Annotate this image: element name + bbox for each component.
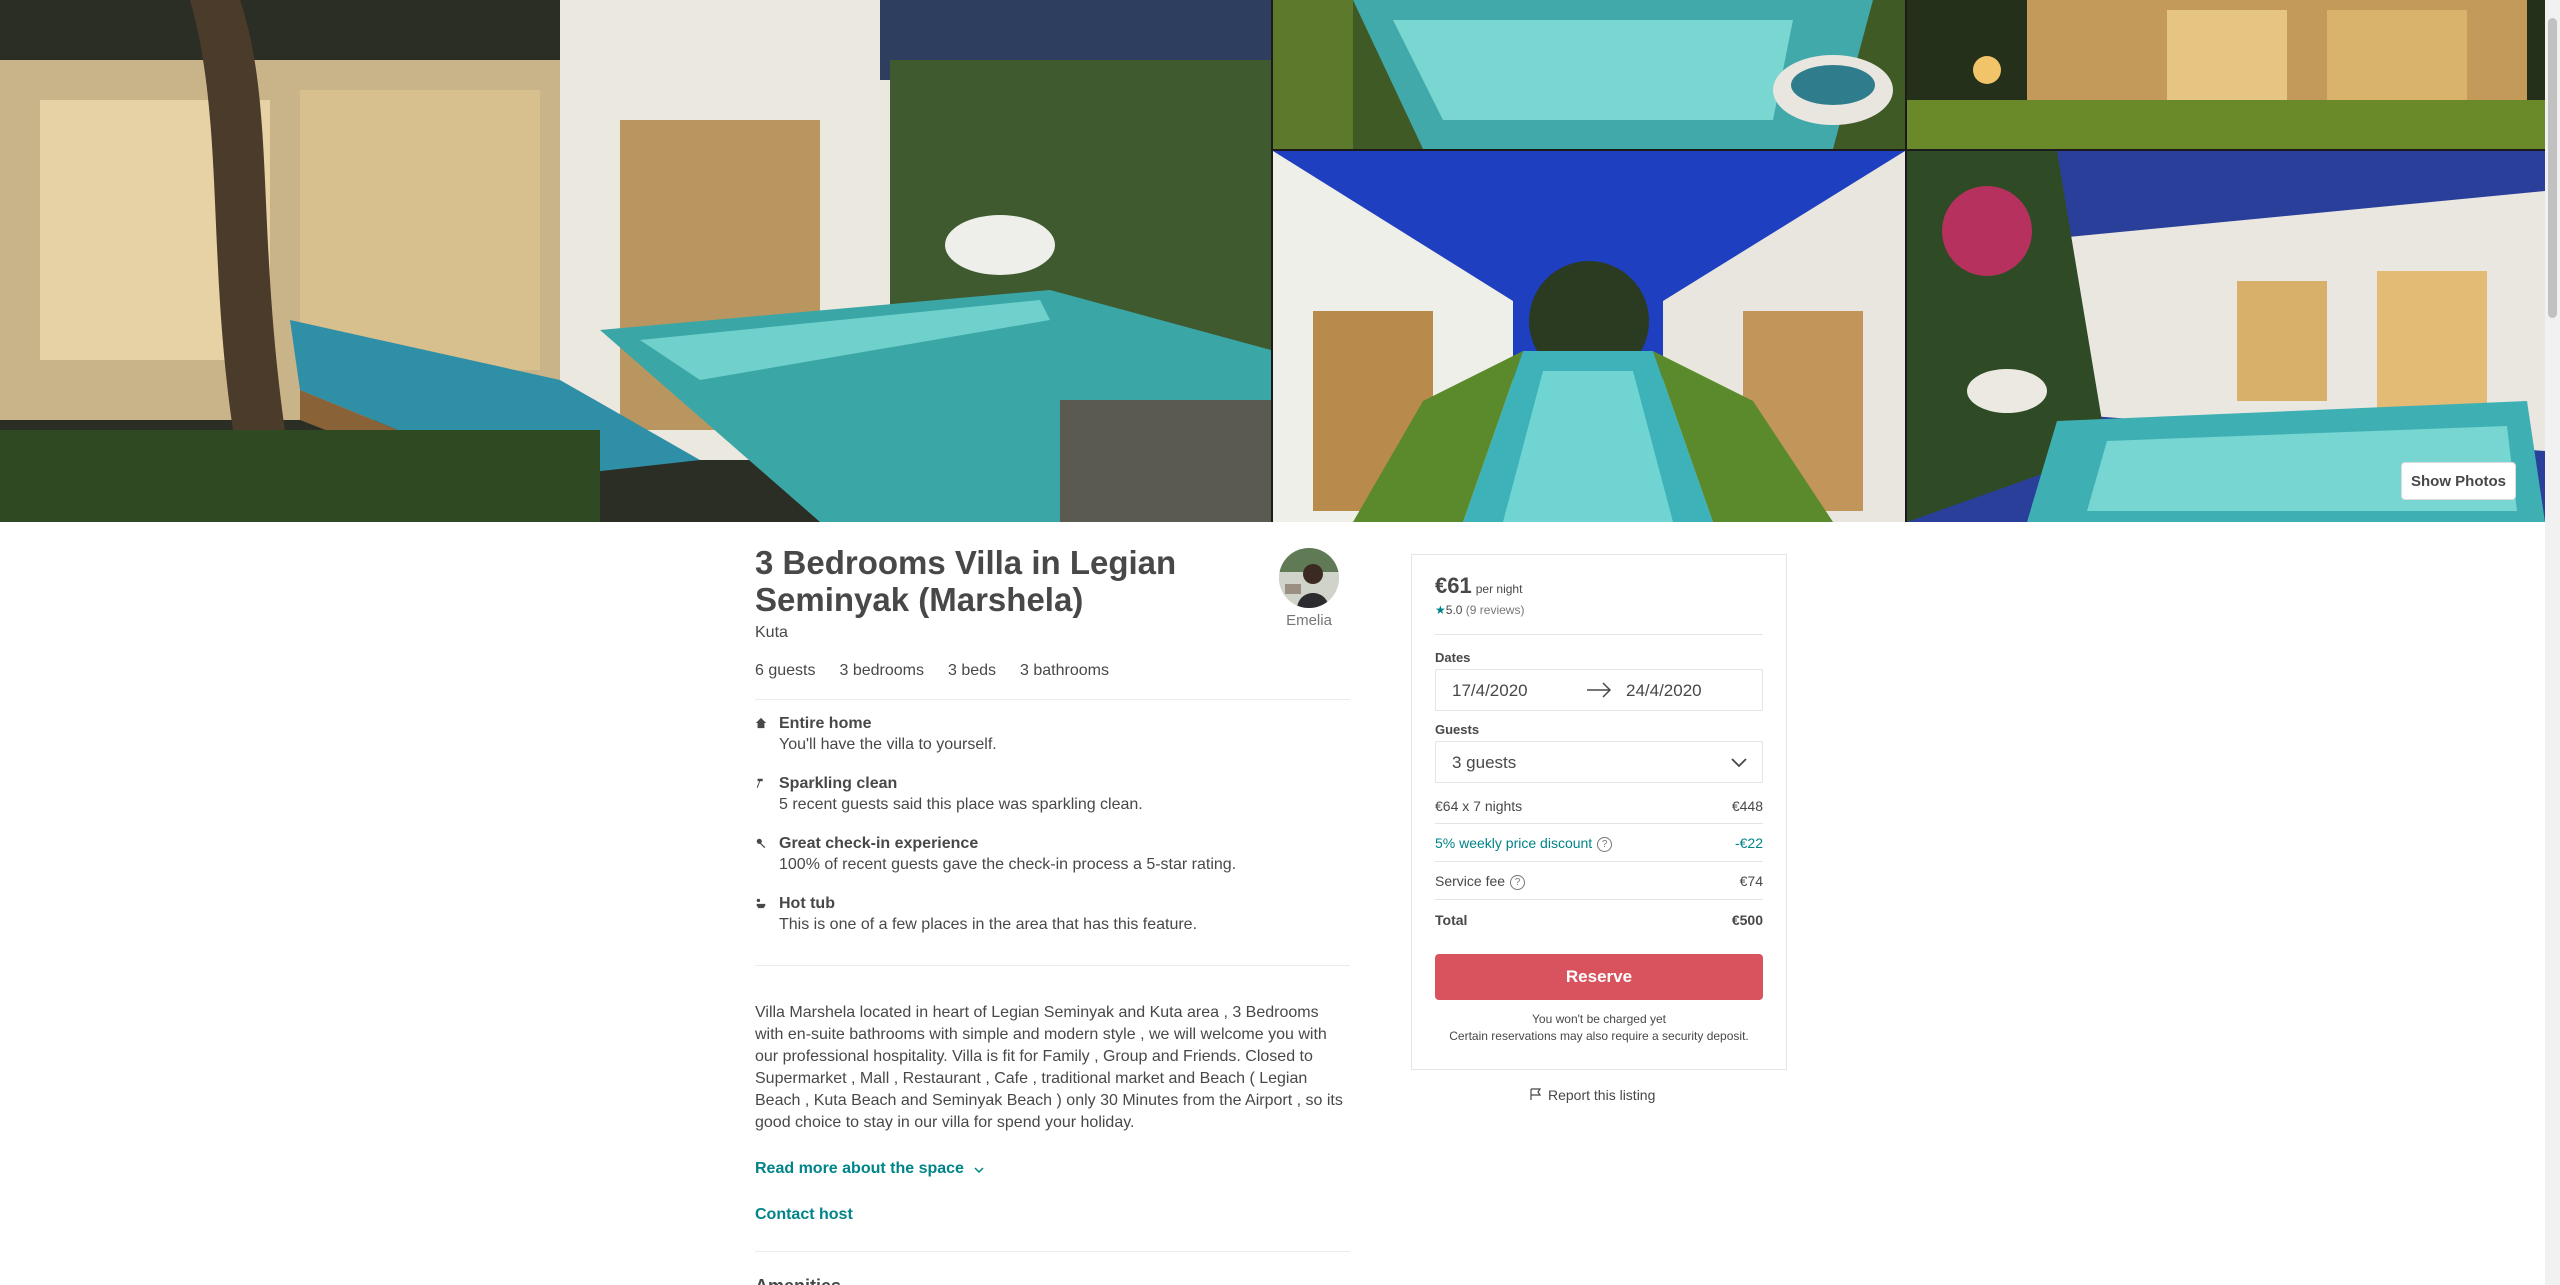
check-in-date[interactable]: 17/4/2020 [1452,681,1528,701]
divider [1435,634,1763,635]
photo-pool-night[interactable] [1273,0,1905,149]
divider [755,1251,1350,1252]
photo-gallery: Show Photos [0,0,2545,522]
photo-garden-night[interactable] [1907,0,2545,149]
report-listing-link[interactable]: Report this listing [1530,1087,1655,1103]
nightly-price: €61 per night [1435,573,1522,599]
scrollbar-thumb[interactable] [2548,18,2557,318]
reviews-count[interactable]: (9 reviews) [1466,603,1525,617]
deposit-note: Certain reservations may also require a … [1449,1029,1749,1043]
page-scrollbar[interactable] [2545,0,2560,1285]
discount-label: 5% weekly price discount [1435,835,1593,851]
highlight-desc: You'll have the villa to yourself. [779,736,997,753]
host-profile[interactable]: Emelia [1274,548,1344,629]
highlight-title: Entire home [779,715,872,732]
highlight-desc: 5 recent guests said this place was spar… [779,796,1143,813]
rating-value: 5.0 [1445,603,1463,617]
service-fee-row: Service fee? €74 [1435,873,1763,890]
report-listing-label[interactable]: Report this listing [1548,1087,1655,1103]
discount-amount: -€22 [1734,835,1763,851]
guests-label: Guests [1435,722,1480,737]
reserve-button[interactable]: Reserve [1435,954,1763,1000]
highlight-hot-tub: Hot tub This is one of a few places in t… [755,894,1350,954]
price-value: €61 [1435,573,1472,598]
contact-host-link[interactable]: Contact host [755,1206,853,1224]
sparkle-icon [755,777,769,791]
divider [755,699,1350,700]
highlights-list: Entire home You'll have the villa to you… [755,714,1350,954]
guests-select[interactable]: 3 guests [1435,741,1763,783]
highlight-desc: 100% of recent guests gave the check-in … [779,856,1237,873]
fact-bedrooms: 3 bedrooms [839,662,924,679]
quick-facts: 6 guests 3 bedrooms 3 beds 3 bathrooms [755,662,1109,680]
star-icon: ★ [1435,603,1446,617]
photo-courtyard-pool[interactable] [1273,151,1905,522]
per-night-label: per night [1475,582,1523,596]
listing-title: 3 Bedrooms Villa in Legian Seminyak (Mar… [755,544,1177,618]
highlight-title: Hot tub [779,895,835,912]
total-row: Total €500 [1435,912,1763,928]
show-photos-button[interactable]: Show Photos [2401,462,2516,500]
highlight-check-in: Great check-in experience 100% of recent… [755,834,1350,894]
total-label: Total [1435,912,1468,928]
divider [1435,823,1763,824]
highlight-desc: This is one of a few places in the area … [779,916,1198,933]
chevron-down-icon[interactable] [974,1162,984,1176]
fact-beds: 3 beds [947,662,997,679]
highlight-title: Great check-in experience [779,835,979,852]
arrow-right-icon [1586,681,1612,699]
help-icon[interactable]: ? [1597,837,1613,852]
divider [1435,899,1763,900]
highlight-title: Sparkling clean [779,775,898,792]
divider [1435,861,1763,862]
booking-card: €61 per night ★5.0 (9 reviews) Dates 17/4… [1411,554,1787,1070]
guests-value[interactable]: 3 guests [1452,753,1516,773]
total-amount: €500 [1731,912,1763,928]
service-fee-label: Service fee [1435,873,1506,889]
highlight-sparkling-clean: Sparkling clean 5 recent guests said thi… [755,774,1350,834]
read-more-link[interactable]: Read more about the space [755,1160,984,1178]
highlight-entire-home: Entire home You'll have the villa to you… [755,714,1350,774]
amenities-heading: Amenities [755,1276,841,1285]
hot-tub-icon [755,897,769,911]
no-charge-note: You won't be charged yet [1532,1012,1666,1026]
listing-location[interactable]: Kuta [755,624,788,642]
home-icon [755,717,769,731]
help-icon[interactable]: ? [1510,875,1526,890]
key-icon [755,837,769,851]
chevron-down-icon[interactable] [1730,755,1748,769]
divider [755,965,1350,966]
rating-summary[interactable]: ★5.0 (9 reviews) [1435,603,1524,617]
nightly-total-row: €64 x 7 nights €448 [1435,798,1763,814]
host-avatar[interactable] [1279,548,1339,608]
fact-bathrooms: 3 bathrooms [1020,662,1109,679]
nightly-breakdown-label: €64 x 7 nights [1435,798,1523,814]
dates-label: Dates [1435,650,1471,665]
read-more-label[interactable]: Read more about the space [755,1160,964,1177]
check-out-date[interactable]: 24/4/2020 [1626,681,1702,701]
nightly-breakdown-amount: €448 [1731,798,1763,814]
discount-row: 5% weekly price discount? -€22 [1435,835,1763,852]
dates-picker[interactable]: 17/4/2020 24/4/2020 [1435,669,1763,711]
listing-description: Villa Marshela located in heart of Legia… [755,1004,1343,1131]
main-photo[interactable] [0,0,1271,522]
flag-icon[interactable] [1530,1088,1542,1101]
fact-guests: 6 guests [755,662,816,679]
host-name[interactable]: Emelia [1274,612,1344,629]
service-fee-amount: €74 [1739,873,1763,889]
